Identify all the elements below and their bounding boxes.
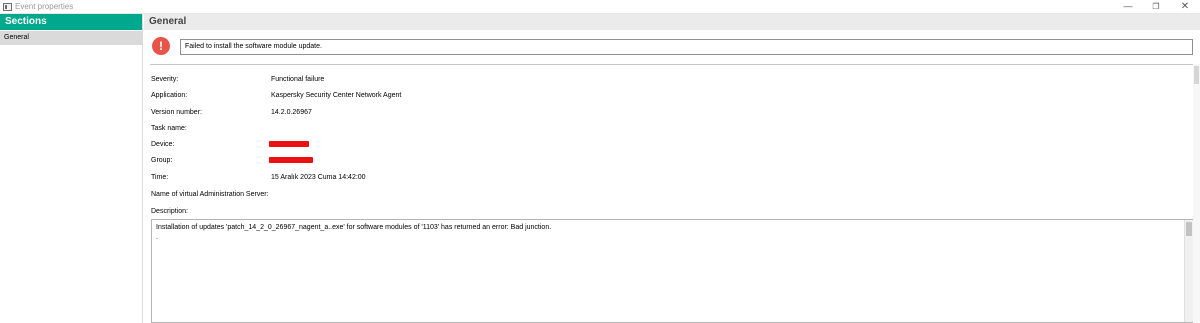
scrollbar-thumb[interactable] (1186, 222, 1192, 236)
scrollbar-thumb[interactable] (1194, 66, 1199, 84)
severity-value: Functional failure (271, 76, 325, 83)
device-label: Device: (151, 141, 175, 148)
exclamation-icon: ! (152, 37, 170, 55)
main-scrollbar[interactable] (1193, 64, 1200, 323)
description-textarea[interactable]: Installation of updates 'patch_14_2_0_26… (151, 219, 1194, 323)
minimize-button[interactable]: — (1113, 0, 1143, 14)
application-value: Kaspersky Security Center Network Agent (271, 92, 402, 99)
description-line: . (156, 234, 158, 241)
device-value-redacted (269, 141, 309, 147)
sections-panel: Sections General (0, 14, 143, 323)
sections-header: Sections (0, 14, 142, 30)
application-label: Application: (151, 92, 188, 99)
group-value-redacted (269, 157, 313, 163)
main-panel: General ! Failed to install the software… (144, 14, 1200, 323)
version-number-label: Version number: (151, 109, 202, 116)
description-label: Description: (151, 208, 188, 215)
window-title: Event properties (15, 2, 74, 11)
window-icon (3, 3, 12, 11)
time-label: Time: (151, 174, 169, 181)
description-scrollbar[interactable] (1184, 220, 1193, 322)
severity-label: Severity: (151, 76, 179, 83)
task-name-label: Task name: (151, 125, 187, 132)
close-button[interactable]: ✕ (1170, 0, 1200, 14)
title-bar: Event properties — ❐ ✕ (0, 0, 1200, 14)
version-number-value: 14.2.0.26967 (271, 109, 312, 116)
time-value: 15 Aralık 2023 Cuma 14:42:00 (271, 174, 366, 181)
virtual-server-label: Name of virtual Administration Server: (151, 191, 269, 198)
event-message-field[interactable]: Failed to install the software module up… (180, 39, 1193, 55)
description-line: Installation of updates 'patch_14_2_0_26… (156, 224, 552, 231)
maximize-button[interactable]: ❐ (1141, 0, 1171, 14)
sidebar-item-general[interactable]: General (0, 31, 142, 45)
group-label: Group: (151, 157, 173, 164)
page-title: General (144, 14, 1200, 30)
divider (150, 64, 1193, 65)
